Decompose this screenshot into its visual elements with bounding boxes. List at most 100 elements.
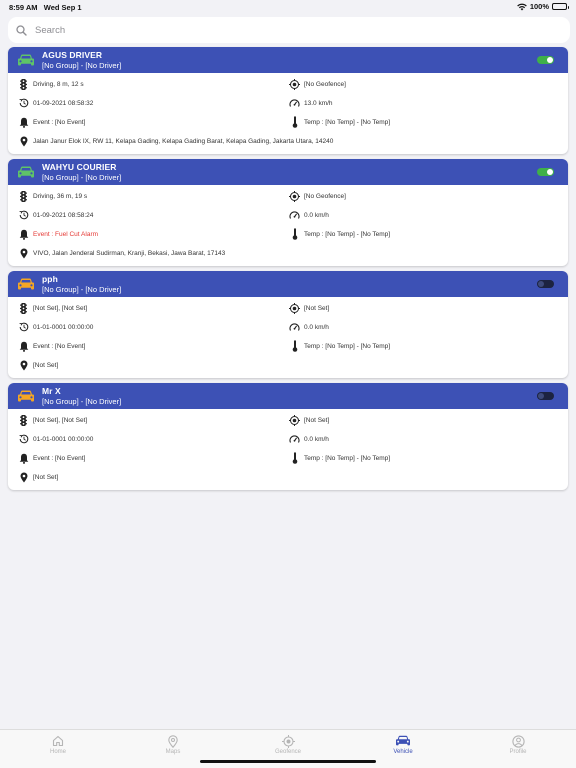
thermometer-icon: [289, 116, 300, 128]
search-input[interactable]: [35, 24, 535, 36]
tab-geofence[interactable]: Geofence: [258, 735, 318, 755]
vehicle-geofence: [No Geofence]: [304, 80, 346, 88]
vehicle-temp: Temp : [No Temp] - [No Temp]: [304, 342, 391, 350]
vehicle-group-driver: [No Group] - [No Driver]: [42, 285, 122, 294]
tab-maps[interactable]: Maps: [143, 735, 203, 755]
vehicle-card-header[interactable]: Mr X [No Group] - [No Driver]: [8, 383, 568, 409]
speedometer-icon: [289, 210, 300, 221]
tab-label: Profile: [509, 749, 527, 755]
tab-home[interactable]: Home: [28, 735, 88, 755]
geofence-target-icon: [289, 190, 300, 202]
search-icon: [16, 24, 27, 36]
vehicle-datetime: 01-09-2021 08:58:32: [33, 99, 94, 107]
vehicle-address: VIVO, Jalan Jenderal Sudirman, Kranji, B…: [33, 249, 226, 257]
geofence-icon: [281, 735, 295, 748]
vehicle-card-body: [Not Set], [Not Set] [Not Set] 01-01-000…: [8, 409, 568, 490]
traffic-light-icon: [18, 78, 29, 90]
vehicle-geofence: [No Geofence]: [304, 192, 346, 200]
vehicle-card-header[interactable]: AGUS DRIVER [No Group] - [No Driver]: [8, 47, 568, 73]
geofence-target-icon: [289, 78, 300, 90]
vehicle-card[interactable]: Mr X [No Group] - [No Driver] [Not Set],…: [8, 383, 568, 490]
vehicle-datetime: 01-01-0001 00:00:00: [33, 323, 94, 331]
vehicle-temp: Temp : [No Temp] - [No Temp]: [304, 230, 391, 238]
vehicle-datetime: 01-09-2021 08:58:24: [33, 211, 94, 219]
vehicle-temp: Temp : [No Temp] - [No Temp]: [304, 454, 391, 462]
tracking-toggle[interactable]: [537, 168, 554, 176]
thermometer-icon: [289, 452, 300, 464]
tracking-toggle[interactable]: [537, 392, 554, 400]
car-icon: [18, 390, 34, 402]
tracking-toggle[interactable]: [537, 280, 554, 288]
traffic-light-icon: [18, 190, 29, 202]
vehicle-card[interactable]: pph [No Group] - [No Driver] [Not Set], …: [8, 271, 568, 378]
speedometer-icon: [289, 434, 300, 445]
tab-label: Vehicle: [393, 749, 413, 755]
vehicle-card[interactable]: WAHYU COURIER [No Group] - [No Driver] D…: [8, 159, 568, 266]
vehicle-speed: 0.0 km/h: [304, 323, 329, 331]
vehicle-card-body: Driving, 8 m, 12 s [No Geofence] 01-09-2…: [8, 73, 568, 154]
history-clock-icon: [18, 434, 29, 445]
vehicle-card-header[interactable]: pph [No Group] - [No Driver]: [8, 271, 568, 297]
tracking-toggle[interactable]: [537, 56, 554, 64]
search-bar[interactable]: [8, 17, 570, 43]
vehicle-address: [Not Set]: [33, 473, 59, 481]
vehicle-list: AGUS DRIVER [No Group] - [No Driver] Dri…: [8, 47, 568, 495]
tab-label: Maps: [165, 749, 181, 755]
vehicle-address: Jalan Janur Elok IX, RW 11, Kelapa Gadin…: [33, 137, 334, 145]
speedometer-icon: [289, 98, 300, 109]
speedometer-icon: [289, 322, 300, 333]
profile-icon: [511, 735, 525, 748]
alarm-bell-icon: [18, 453, 29, 464]
alarm-bell-icon: [18, 341, 29, 352]
vehicle-speed: 0.0 km/h: [304, 435, 329, 443]
car-icon: [18, 54, 34, 66]
location-pin-icon: [18, 136, 29, 147]
vehicle-state: [Not Set], [Not Set]: [33, 416, 88, 424]
geofence-target-icon: [289, 414, 300, 426]
vehicle-group-driver: [No Group] - [No Driver]: [42, 397, 122, 406]
vehicle-card[interactable]: AGUS DRIVER [No Group] - [No Driver] Dri…: [8, 47, 568, 154]
thermometer-icon: [289, 228, 300, 240]
tab-profile[interactable]: Profile: [488, 735, 548, 755]
vehicle-state: [Not Set], [Not Set]: [33, 304, 88, 312]
vehicle-state: Driving, 8 m, 12 s: [33, 80, 84, 88]
history-clock-icon: [18, 98, 29, 109]
car-icon: [18, 166, 34, 178]
vehicle-name: Mr X: [42, 386, 61, 396]
vehicle-event: Event : [No Event]: [33, 454, 86, 462]
tab-vehicle[interactable]: Vehicle: [373, 735, 433, 755]
traffic-light-icon: [18, 302, 29, 314]
vehicle-card-body: Driving, 36 m, 19 s [No Geofence] 01-09-…: [8, 185, 568, 266]
location-pin-icon: [18, 472, 29, 483]
thermometer-icon: [289, 340, 300, 352]
vehicle-card-body: [Not Set], [Not Set] [Not Set] 01-01-000…: [8, 297, 568, 378]
vehicle-name: WAHYU COURIER: [42, 162, 117, 172]
battery-percent: 100%: [529, 2, 549, 11]
vehicle-address: [Not Set]: [33, 361, 59, 369]
tab-label: Home: [49, 749, 66, 755]
wifi-icon: [517, 3, 527, 10]
status-bar: 8:59 AM Wed Sep 1 100%: [0, 0, 576, 14]
location-pin-icon: [18, 360, 29, 371]
traffic-light-icon: [18, 414, 29, 426]
vehicle-temp: Temp : [No Temp] - [No Temp]: [304, 118, 391, 126]
status-time: 8:59 AM Wed Sep 1: [9, 3, 82, 12]
vehicle-geofence: [Not Set]: [304, 416, 330, 424]
vehicle-speed: 13.0 km/h: [304, 99, 333, 107]
vehicle-card-header[interactable]: WAHYU COURIER [No Group] - [No Driver]: [8, 159, 568, 185]
vehicle-speed: 0.0 km/h: [304, 211, 329, 219]
tab-label: Geofence: [274, 749, 302, 755]
battery-icon: [552, 3, 569, 10]
tab-bar: Home Maps Geofence Vehicle Profile: [0, 729, 576, 768]
vehicle-state: Driving, 36 m, 19 s: [33, 192, 88, 200]
vehicle-name: pph: [42, 274, 58, 284]
vehicle-group-driver: [No Group] - [No Driver]: [42, 61, 122, 70]
car-icon: [396, 735, 410, 746]
map-pin-icon: [168, 735, 178, 748]
car-icon: [18, 278, 34, 290]
vehicle-group-driver: [No Group] - [No Driver]: [42, 173, 122, 182]
alarm-bell-icon: [18, 117, 29, 128]
vehicle-event: Event : Fuel Cut Alarm: [33, 230, 99, 238]
history-clock-icon: [18, 322, 29, 333]
vehicle-geofence: [Not Set]: [304, 304, 330, 312]
